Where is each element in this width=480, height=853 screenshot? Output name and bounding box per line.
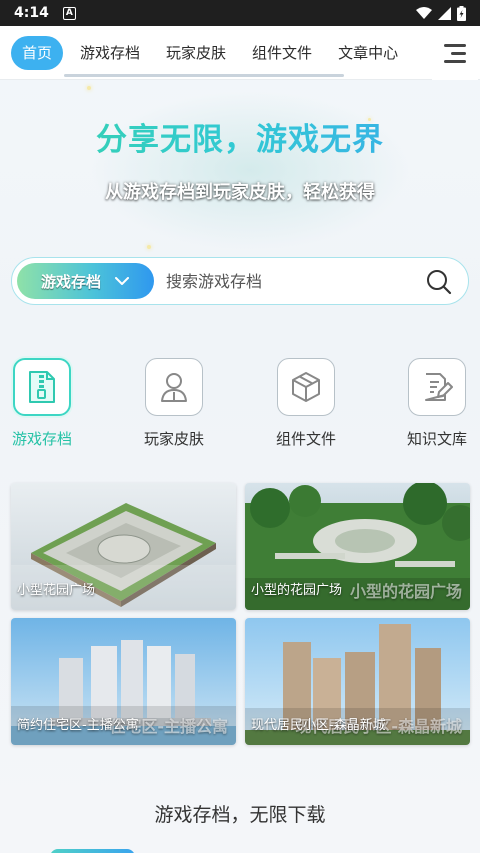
chevron-down-icon — [115, 276, 130, 285]
menu-button[interactable] — [432, 26, 478, 80]
game-save-card[interactable]: 住宅区-主播公寓 简约住宅区-主播公寓 — [11, 618, 236, 745]
status-time: 4:14 — [14, 5, 49, 21]
battery-icon — [457, 5, 466, 21]
category-icon-box — [277, 358, 335, 416]
tab-player-skins[interactable]: 玩家皮肤 — [153, 36, 239, 70]
tab-component-files[interactable]: 组件文件 — [239, 36, 325, 70]
search-input[interactable] — [166, 271, 406, 291]
tab-article-center[interactable]: 文章中心 — [325, 36, 411, 70]
nav-tabs: 首页 游戏存档 玩家皮肤 组件文件 文章中心 — [0, 35, 480, 70]
card-caption: 小型的花园广场 — [251, 583, 343, 598]
menu-icon-line — [444, 59, 466, 63]
category-label: 知识文库 — [406, 430, 467, 448]
signal-icon — [438, 6, 451, 20]
category-label: 玩家皮肤 — [143, 430, 204, 448]
player-icon — [161, 373, 187, 402]
search-bar: 游戏存档 — [11, 257, 469, 305]
card-caption: 小型花园广场 — [17, 583, 96, 598]
search-icon[interactable] — [426, 269, 452, 295]
card-caption: 简约住宅区-主播公寓 — [17, 718, 139, 733]
category-player-skins[interactable]: 玩家皮肤 — [124, 358, 224, 449]
search-type-label: 游戏存档 — [41, 272, 102, 291]
category-label: 游戏存档 — [11, 430, 72, 448]
category-game-saves[interactable]: 游戏存档 — [0, 358, 92, 449]
section-title: 游戏存档，无限下载 — [154, 804, 326, 826]
category-icon-box — [408, 358, 466, 416]
tab-home[interactable]: 首页 — [11, 35, 64, 70]
sparkle-decoration — [147, 245, 151, 249]
section-button[interactable] — [50, 849, 135, 853]
menu-icon — [444, 43, 466, 47]
game-save-card[interactable]: 小型花园广场 — [11, 483, 236, 610]
hero-banner: 分享无限，游戏无界 从游戏存档到玩家皮肤，轻松获得 — [0, 80, 480, 250]
hero-subtitle: 从游戏存档到玩家皮肤，轻松获得 — [105, 182, 375, 203]
search-type-dropdown[interactable]: 游戏存档 — [17, 263, 154, 299]
status-icons — [416, 5, 466, 21]
notification-icon: A — [62, 6, 76, 20]
nav-scroll-indicator — [64, 74, 344, 77]
archive-zip-icon — [29, 371, 55, 403]
menu-icon-line — [451, 51, 466, 55]
tab-game-saves[interactable]: 游戏存档 — [67, 36, 153, 70]
category-icon-box — [13, 358, 71, 416]
cube-icon — [292, 372, 320, 402]
category-component-files[interactable]: 组件文件 — [256, 358, 356, 449]
category-label: 组件文件 — [275, 430, 336, 448]
document-edit-icon — [425, 373, 453, 401]
sparkle-decoration — [87, 86, 91, 90]
wifi-icon — [416, 6, 432, 19]
card-caption: 现代居民小区-森晶新城 — [251, 718, 386, 733]
category-knowledge-library[interactable]: 知识文库 — [387, 358, 480, 449]
game-save-card[interactable]: 现代居民小区-森晶新城 现代居民小区-森晶新城 — [245, 618, 470, 745]
category-list: 游戏存档 玩家皮肤 组件文件 知识文库 — [0, 358, 480, 453]
top-nav: 首页 游戏存档 玩家皮肤 组件文件 文章中心 — [0, 26, 480, 80]
hero-title: 分享无限，游戏无界 — [0, 114, 480, 159]
category-icon-box — [145, 358, 203, 416]
status-bar: 4:14 A — [0, 0, 480, 26]
game-save-card[interactable]: 小型的花园广场 小型的花园广场 — [245, 483, 470, 610]
card-title-overlay: 小型的花园广场 — [349, 582, 462, 601]
